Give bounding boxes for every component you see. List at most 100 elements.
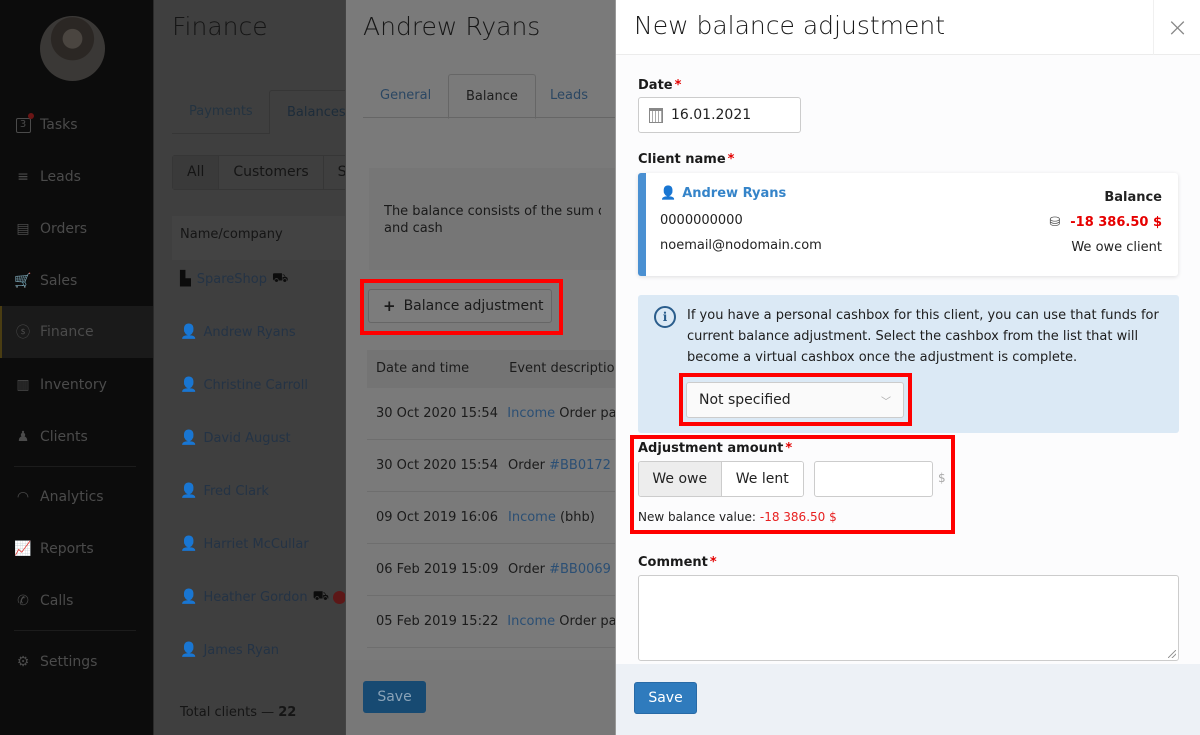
client-tabs: General Balance Leads: [363, 74, 616, 119]
date-label-text: Date: [638, 78, 673, 93]
event-text: Order pa: [559, 406, 616, 421]
client-list-item[interactable]: ▙ SpareShop ⛟: [180, 269, 288, 289]
modal-header: New balance adjustment ×: [616, 0, 1200, 55]
balance-label: Balance: [1104, 190, 1162, 205]
person-icon: 👤: [180, 430, 198, 446]
client-save-button[interactable]: Save: [363, 681, 426, 713]
client-name-link[interactable]: Christine Carroll: [203, 378, 308, 393]
required-mark: *: [674, 78, 682, 93]
coins-icon: ⛁: [1049, 215, 1061, 230]
column-header-name[interactable]: Name/company: [172, 216, 352, 260]
sidebar-item-label: Orders: [40, 221, 88, 237]
comment-label: Comment *: [638, 555, 717, 570]
client-name-link[interactable]: Fred Clark: [203, 484, 269, 499]
client-filter: All Customers S: [172, 155, 363, 190]
order-link[interactable]: #BB0069: [549, 562, 611, 577]
person-icon: 👤: [180, 589, 198, 605]
tab-balance[interactable]: Balance: [448, 74, 536, 119]
client-label-text: Client name: [638, 152, 726, 167]
client-name-link[interactable]: Harriet McCullar: [203, 537, 308, 552]
sidebar-item-sales[interactable]: 🛒 Sales: [0, 255, 153, 307]
required-mark: *: [727, 152, 735, 167]
sidebar-item-calls[interactable]: ✆ Calls: [0, 575, 153, 627]
funnel-icon: ≡: [17, 169, 29, 185]
column-header-event[interactable]: Event description: [500, 350, 616, 388]
client-list-item[interactable]: 👤 Andrew Ryans: [180, 322, 296, 342]
total-clients: Total clients — 22: [180, 705, 296, 720]
event-link[interactable]: Income: [508, 510, 556, 525]
highlight-annotation: [360, 279, 563, 335]
table-row: 05 Feb 2019 15:22 Income Order pa: [367, 596, 616, 648]
close-button[interactable]: ×: [1153, 0, 1200, 55]
client-name-link[interactable]: David August: [203, 431, 290, 446]
filter-all[interactable]: All: [173, 156, 220, 189]
client-name-link[interactable]: SpareShop: [197, 272, 267, 287]
client-list-item[interactable]: 👤 Fred Clark: [180, 481, 269, 501]
resize-handle[interactable]: [1168, 650, 1176, 658]
user-avatar[interactable]: [40, 16, 105, 81]
info-line: The balance consists of the sum of all r: [384, 204, 601, 219]
row-date: 06 Feb 2019 15:09: [376, 562, 499, 577]
tasks-icon: 3: [14, 113, 34, 134]
tab-leads[interactable]: Leads: [533, 74, 605, 118]
client-name-link[interactable]: Andrew Ryans: [203, 325, 295, 340]
date-field[interactable]: 16.01.2021: [638, 97, 801, 133]
cashbox-info-text: If you have a personal cashbox for this …: [687, 308, 1159, 365]
sidebar-item-analytics[interactable]: ◠ Analytics: [0, 471, 153, 523]
client-name-link[interactable]: Heather Gordon: [203, 590, 307, 605]
client-email: noemail@nodomain.com: [660, 238, 822, 253]
gauge-icon: ◠: [16, 489, 30, 505]
sidebar-item-reports[interactable]: 📈 Reports: [0, 523, 153, 575]
balance-status: We owe client: [1071, 240, 1162, 255]
client-list-item[interactable]: 👤 David August: [180, 428, 291, 448]
save-button[interactable]: Save: [634, 682, 697, 714]
client-list-item[interactable]: 👤 Christine Carroll: [180, 375, 308, 395]
row-date: 09 Oct 2019 16:06: [376, 510, 498, 525]
sidebar-item-tasks[interactable]: 3 Tasks: [0, 99, 153, 151]
truck-icon: ⛟: [272, 270, 289, 286]
client-list-item[interactable]: 👤 Heather Gordon ⛟: [180, 587, 346, 607]
balance-value-row: ⛁ -18 386.50 $: [1049, 215, 1162, 230]
filter-customers[interactable]: Customers: [219, 156, 324, 189]
client-title: Andrew Ryans: [363, 12, 541, 41]
calendar-icon: [649, 107, 663, 123]
sidebar-item-leads[interactable]: ≡ Leads: [0, 151, 153, 203]
person-icon: 👤: [180, 377, 198, 393]
person-icon: 👤: [180, 536, 198, 552]
notification-dot: [28, 113, 34, 119]
row-date: 30 Oct 2020 15:54: [376, 458, 498, 473]
client-name-label: Client name *: [638, 152, 734, 167]
client-list-item[interactable]: 👤 James Ryan: [180, 640, 279, 660]
column-header-date[interactable]: Date and time: [367, 350, 500, 388]
sidebar-item-orders[interactable]: ▤ Orders: [0, 203, 153, 255]
event-link[interactable]: Income: [507, 614, 555, 629]
row-date: 30 Oct 2020 15:54: [376, 406, 498, 421]
chart-icon: 📈: [14, 541, 32, 557]
sidebar-item-inventory[interactable]: ▥ Inventory: [0, 359, 153, 411]
finance-tabs: Payments Balances: [172, 90, 364, 134]
event-link[interactable]: Income: [507, 406, 555, 421]
sidebar-item-label: Inventory: [40, 377, 107, 393]
phone-icon: ✆: [17, 593, 29, 609]
person-icon: 👤: [180, 483, 198, 499]
gear-icon: ⚙: [16, 654, 30, 670]
comment-textarea[interactable]: [638, 575, 1179, 661]
sidebar-item-clients[interactable]: ♟ Clients: [0, 411, 153, 463]
event-text: (bhb): [559, 510, 595, 525]
balance-info-text: The balance consists of the sum of all r…: [369, 168, 616, 270]
sidebar-item-finance[interactable]: ⓢ Finance: [0, 306, 153, 358]
client-name-link[interactable]: James Ryan: [203, 643, 279, 658]
tab-general[interactable]: General: [363, 74, 448, 118]
sidebar-item-label: Finance: [40, 324, 94, 340]
comment-label-text: Comment: [638, 555, 708, 570]
date-label: Date *: [638, 78, 681, 93]
client-name-link[interactable]: Andrew Ryans: [682, 186, 786, 201]
required-mark: *: [709, 555, 717, 570]
event-text: Order: [508, 562, 545, 577]
modal-title: New balance adjustment: [634, 11, 946, 40]
client-list-item[interactable]: 👤 Harriet McCullar: [180, 534, 309, 554]
highlight-annotation: [630, 435, 955, 534]
sidebar-item-settings[interactable]: ⚙ Settings: [0, 636, 153, 688]
tab-payments[interactable]: Payments: [172, 90, 270, 134]
order-link[interactable]: #BB0172: [549, 458, 611, 473]
